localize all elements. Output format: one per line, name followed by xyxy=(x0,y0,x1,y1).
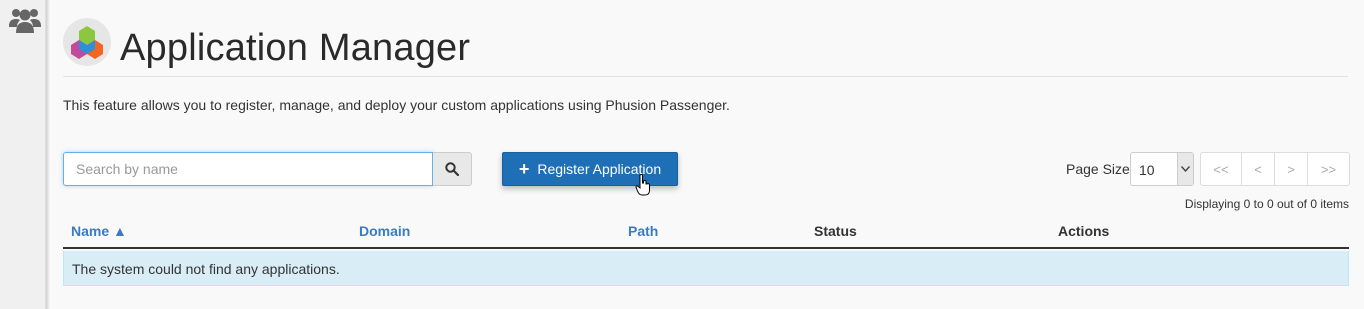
prev-page-button[interactable]: < xyxy=(1242,153,1275,185)
page-size-value: 10 xyxy=(1139,162,1155,178)
column-header-status: Status xyxy=(814,223,857,239)
column-header-path[interactable]: Path xyxy=(628,223,658,239)
page-title: Application Manager xyxy=(120,27,471,69)
hand-cursor-icon xyxy=(635,174,650,196)
register-application-button[interactable]: + Register Application xyxy=(502,152,678,186)
pagination: << < > >> xyxy=(1200,152,1350,186)
cube-logo-icon xyxy=(63,18,111,66)
column-header-domain[interactable]: Domain xyxy=(359,223,410,239)
empty-table-row: The system could not find any applicatio… xyxy=(63,251,1349,286)
table-header: Name ▲ Domain Path Status Actions xyxy=(63,215,1349,249)
title-divider xyxy=(63,76,1348,77)
column-header-name[interactable]: Name ▲ xyxy=(71,223,127,239)
next-page-button[interactable]: > xyxy=(1275,153,1308,185)
users-icon[interactable] xyxy=(8,6,42,34)
plus-icon: + xyxy=(518,159,530,179)
empty-message: The system could not find any applicatio… xyxy=(72,261,340,277)
sidebar xyxy=(0,0,46,309)
page-size-label: Page Size xyxy=(1066,161,1130,177)
last-page-button[interactable]: >> xyxy=(1308,153,1349,185)
page-size-select[interactable]: 10 xyxy=(1130,152,1194,186)
first-page-button[interactable]: << xyxy=(1201,153,1242,185)
column-header-actions: Actions xyxy=(1058,223,1110,239)
pagination-summary: Displaying 0 to 0 out of 0 items xyxy=(1184,197,1349,211)
search-input[interactable] xyxy=(63,152,433,186)
page-description: This feature allows you to register, man… xyxy=(63,97,730,113)
search-group xyxy=(63,152,472,186)
main-content: Application Manager This feature allows … xyxy=(50,0,1364,309)
search-icon xyxy=(445,162,459,176)
search-button[interactable] xyxy=(433,152,472,186)
chevron-down-icon xyxy=(1177,153,1193,185)
